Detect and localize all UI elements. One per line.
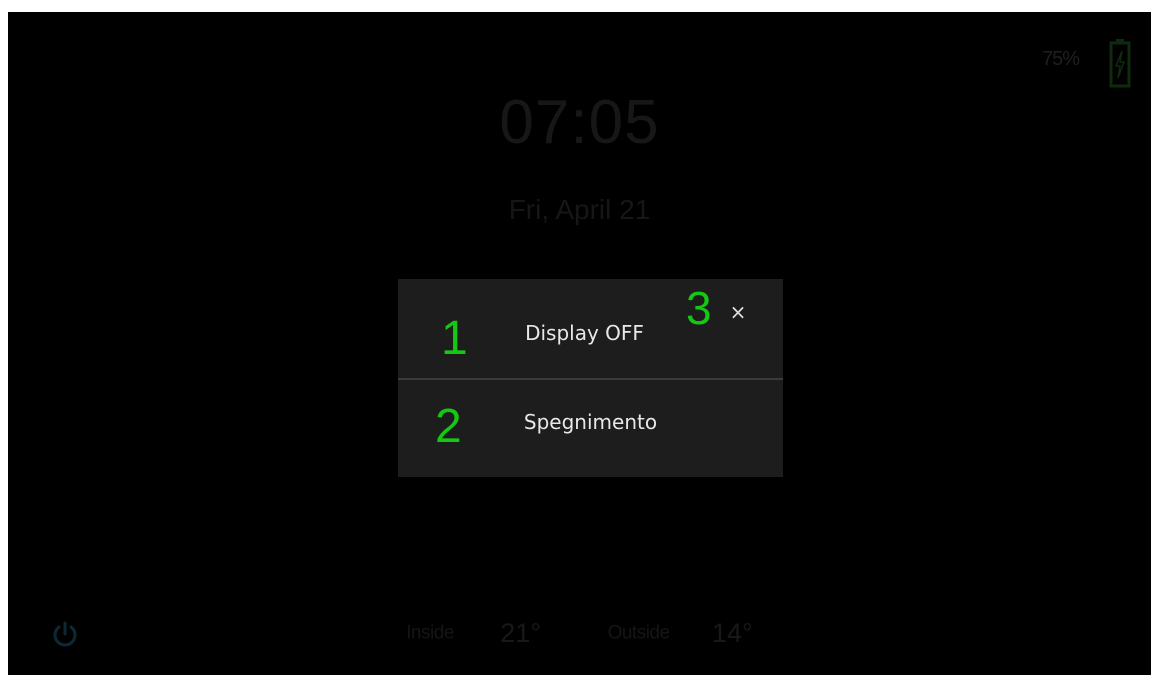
shutdown-label: Spegnimento [523, 410, 658, 434]
battery-percentage: 75% [1041, 48, 1080, 70]
inside-temperature: 21° [500, 618, 542, 648]
close-icon[interactable]: × [725, 299, 751, 325]
power-menu-dialog: 1 Display OFF 2 Spegnimento 3 × [398, 279, 783, 477]
outside-label: Outside [607, 622, 670, 644]
temperature-bar: Inside 21° Outside 14° [8, 618, 1151, 649]
screen: 75% 07:05 Fri, April 21 1 Display OFF 2 … [8, 12, 1151, 675]
shutdown-option[interactable]: 2 Spegnimento [398, 379, 783, 478]
clock-date: Fri, April 21 [508, 194, 651, 225]
outside-temperature: 14° [712, 618, 753, 648]
inside-label: Inside [406, 622, 454, 644]
marker-3: 3 [686, 282, 712, 334]
clock-time: 07:05 [499, 88, 660, 157]
battery-charging-icon [1109, 39, 1131, 88]
display-off-label: Display OFF [525, 321, 644, 345]
display-off-option[interactable]: 1 Display OFF [398, 279, 783, 378]
